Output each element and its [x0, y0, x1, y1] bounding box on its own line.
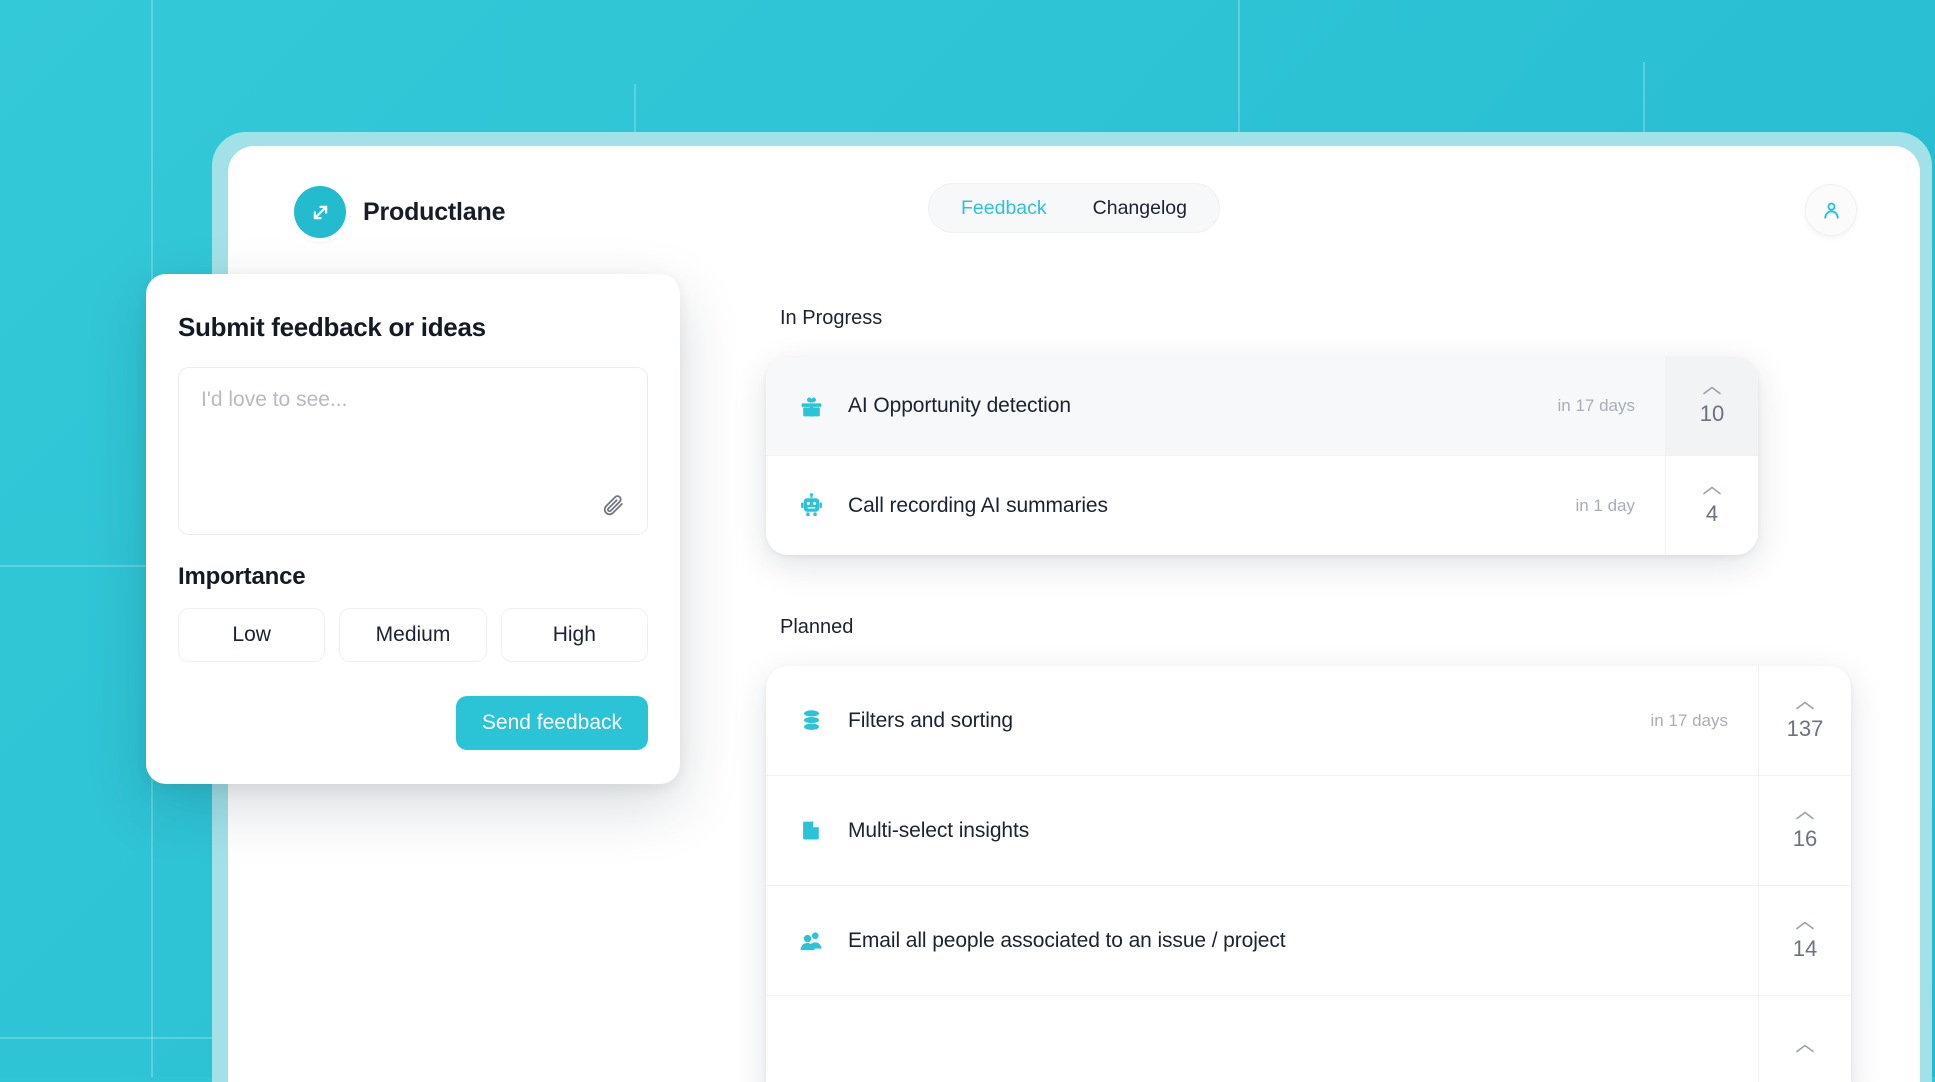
- roadmap-card: AI Opportunity detection in 17 days 10: [766, 357, 1758, 555]
- row-content: Call recording AI summaries in 1 day: [766, 456, 1665, 555]
- table-row[interactable]: AI Opportunity detection in 17 days 10: [766, 357, 1758, 456]
- gift-icon: [798, 393, 824, 419]
- row-content: Multi-select insights: [766, 776, 1758, 885]
- feedback-widget: Submit feedback or ideas Importance Low …: [146, 274, 680, 784]
- tab-feedback[interactable]: Feedback: [938, 189, 1070, 228]
- table-row[interactable]: [766, 996, 1851, 1082]
- row-content: Email all people associated to an issue …: [766, 886, 1758, 995]
- row-eta: in 17 days: [1558, 396, 1636, 416]
- table-row[interactable]: Filters and sorting in 17 days 137: [766, 666, 1851, 776]
- grid-line-vertical: [1238, 0, 1240, 135]
- robot-icon: [798, 493, 824, 519]
- document-icon: [798, 818, 824, 844]
- row-eta: in 1 day: [1575, 496, 1635, 516]
- row-icon-placeholder: [798, 1038, 824, 1064]
- vote-count: 10: [1700, 401, 1724, 427]
- upvote-button[interactable]: 4: [1665, 456, 1758, 555]
- row-title: Call recording AI summaries: [848, 494, 1551, 518]
- upvote-button[interactable]: 10: [1665, 357, 1758, 455]
- table-row[interactable]: Email all people associated to an issue …: [766, 886, 1851, 996]
- feedback-textarea-wrapper: [178, 367, 648, 535]
- chevron-up-icon: [1702, 385, 1722, 396]
- roadmap-card: Filters and sorting in 17 days 137: [766, 666, 1851, 1082]
- tab-changelog[interactable]: Changelog: [1070, 189, 1210, 228]
- database-icon: [798, 708, 824, 734]
- row-title: AI Opportunity detection: [848, 394, 1534, 418]
- grid-line-vertical: [1643, 62, 1645, 135]
- app-header: Productlane Feedback Changelog: [228, 146, 1920, 268]
- row-eta: in 17 days: [1651, 711, 1729, 731]
- table-row[interactable]: Multi-select insights 16: [766, 776, 1851, 886]
- feedback-widget-title: Submit feedback or ideas: [178, 312, 648, 343]
- send-row: Send feedback: [178, 696, 648, 750]
- chevron-up-icon: [1795, 920, 1815, 931]
- upvote-button[interactable]: 137: [1758, 666, 1851, 775]
- upvote-button[interactable]: 14: [1758, 886, 1851, 995]
- vote-count: 16: [1793, 826, 1817, 852]
- paperclip-icon[interactable]: [597, 488, 629, 520]
- nav-tabs: Feedback Changelog: [928, 183, 1220, 233]
- importance-high-button[interactable]: High: [501, 608, 648, 662]
- row-content: [766, 996, 1758, 1082]
- feedback-textarea[interactable]: [179, 368, 647, 534]
- vote-count: 14: [1793, 936, 1817, 962]
- importance-label: Importance: [178, 563, 648, 591]
- vote-count: 4: [1706, 501, 1718, 527]
- grid-line-horizontal: [0, 1037, 212, 1039]
- row-content: AI Opportunity detection in 17 days: [766, 357, 1665, 455]
- send-feedback-button[interactable]: Send feedback: [456, 696, 648, 750]
- table-row[interactable]: Call recording AI summaries in 1 day 4: [766, 456, 1758, 555]
- vote-count: 137: [1787, 716, 1824, 742]
- brand-name: Productlane: [363, 198, 505, 227]
- upvote-button[interactable]: 16: [1758, 776, 1851, 885]
- chevron-up-icon: [1795, 810, 1815, 821]
- chevron-up-icon: [1702, 485, 1722, 496]
- row-content: Filters and sorting in 17 days: [766, 666, 1758, 775]
- brand: Productlane: [294, 186, 505, 238]
- people-icon: [798, 928, 824, 954]
- arrow-exchange-icon: [294, 186, 346, 238]
- importance-low-button[interactable]: Low: [178, 608, 325, 662]
- section-title: Planned: [780, 616, 1920, 639]
- chevron-up-icon: [1795, 700, 1815, 711]
- row-title: Filters and sorting: [848, 709, 1627, 733]
- upvote-button[interactable]: [1758, 996, 1851, 1082]
- avatar[interactable]: [1805, 184, 1857, 236]
- chevron-up-icon: [1795, 1043, 1815, 1054]
- row-title: Email all people associated to an issue …: [848, 929, 1704, 953]
- importance-medium-button[interactable]: Medium: [339, 608, 486, 662]
- section-title: In Progress: [780, 307, 1920, 330]
- row-title: Multi-select insights: [848, 819, 1704, 843]
- importance-options: Low Medium High: [178, 608, 648, 662]
